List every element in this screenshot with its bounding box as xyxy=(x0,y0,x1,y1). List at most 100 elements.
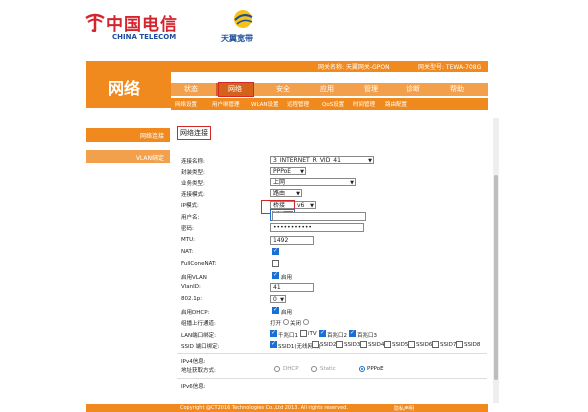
subnav-qos[interactable]: QoS设置 xyxy=(322,100,344,108)
sidebar-item-network-connection[interactable]: 网络连接 xyxy=(86,128,170,142)
chevron-down-icon: ▼ xyxy=(310,203,314,209)
ssid1-checkbox[interactable] xyxy=(270,340,277,348)
ip-mode-suffix: v6 xyxy=(297,202,305,209)
gateway-model: 网关型号: TEWA-708G xyxy=(418,64,482,71)
conn-name-label: 连接名称: xyxy=(181,159,205,165)
username-input[interactable] xyxy=(272,212,366,221)
tianyi-logo-icon xyxy=(234,10,253,28)
ssid3-label: SSID3 xyxy=(344,342,361,348)
chevron-down-icon: ▼ xyxy=(300,169,304,175)
addr-mode-dhcp-label: DHCP xyxy=(283,366,299,372)
ssid5-checkbox[interactable] xyxy=(384,341,391,348)
multicast-label: 组播上行通道: xyxy=(181,321,216,327)
footer-privacy-link[interactable]: 隐私声明 xyxy=(394,405,414,412)
lan-port-1-label: 千兆口1 xyxy=(278,333,298,339)
tianyi-broadband-logo: 天翼宽带 xyxy=(221,34,253,43)
china-telecom-logo-icon xyxy=(85,13,105,32)
tab-network-highlight xyxy=(218,82,254,97)
ipv4-info-label: IPv4信息: xyxy=(181,359,206,365)
subnav-network-settings[interactable]: 网络设置 xyxy=(175,100,197,108)
footer: Copyright @CT2016 Technologies Co.,Ltd 2… xyxy=(86,404,488,412)
lan-port-3-label: 百兆口3 xyxy=(357,333,377,339)
addr-mode-pppoe-label: PPPoE xyxy=(367,366,384,372)
username-label: 用户名: xyxy=(181,215,200,221)
addr-mode-static-label: Static xyxy=(320,366,336,372)
dhcp-text: 启用 xyxy=(281,310,293,316)
nat-checkbox[interactable] xyxy=(272,247,279,255)
addr-mode-pppoe-radio[interactable] xyxy=(359,366,365,372)
service-select[interactable]: 上网 ▼ xyxy=(270,178,356,186)
vlanid-label: VlanID: xyxy=(181,284,201,290)
tab-applications[interactable]: 应用 xyxy=(307,83,347,96)
ssid7-checkbox[interactable] xyxy=(432,341,439,348)
ssid4-checkbox[interactable] xyxy=(360,341,367,348)
ssid7-label: SSID7 xyxy=(440,342,457,348)
dot1p-value: 0 xyxy=(273,296,277,303)
lan-port-2-label: 百兆口2 xyxy=(327,333,347,339)
multicast-off-radio[interactable] xyxy=(303,319,309,325)
lan-port-itv-checkbox[interactable] xyxy=(300,330,307,337)
vlan-enable-checkbox[interactable] xyxy=(272,271,279,279)
multicast-on-radio[interactable] xyxy=(283,319,289,325)
ssid6-label: SSID6 xyxy=(416,342,433,348)
divider xyxy=(177,378,487,379)
scrollbar-thumb[interactable] xyxy=(494,175,498,380)
subnav-user-binding[interactable]: 用户绑管理 xyxy=(212,100,240,108)
encap-label: 封装类型: xyxy=(181,170,205,176)
tab-help[interactable]: 帮助 xyxy=(437,83,477,96)
password-label: 密码: xyxy=(181,226,194,232)
conn-name-select[interactable]: 3_INTERNET_R_VID_41 ▼ xyxy=(270,156,374,164)
ipv6-info-label: IPv6信息: xyxy=(181,384,206,390)
vlan-enable-label: 启用VLAN xyxy=(181,275,207,281)
section-title-block: 网络 xyxy=(86,61,171,108)
brand-logo-cn: 中国电信 xyxy=(106,15,178,35)
password-input[interactable]: ••••••••••• xyxy=(270,223,364,232)
chevron-down-icon: ▼ xyxy=(296,191,300,197)
sub-nav: 网络设置 用户绑管理 WLAN设置 远程管理 QoS设置 时间管理 路由配置 xyxy=(171,98,488,110)
divider xyxy=(177,353,487,354)
mtu-input[interactable]: 1492 xyxy=(270,236,314,245)
subnav-wlan[interactable]: WLAN设置 xyxy=(251,100,279,108)
lan-port-1-checkbox[interactable] xyxy=(270,329,277,337)
sidebar-item-label: 网络连接 xyxy=(139,133,164,140)
fullcone-checkbox[interactable] xyxy=(272,260,279,267)
lan-port-2-checkbox[interactable] xyxy=(319,329,326,337)
tab-management[interactable]: 管理 xyxy=(351,83,391,96)
vlanid-input[interactable]: 41 xyxy=(270,283,314,292)
encap-select[interactable]: PPPoE ▼ xyxy=(270,167,306,175)
ssid8-checkbox[interactable] xyxy=(456,341,463,348)
ssid3-checkbox[interactable] xyxy=(336,341,343,348)
conn-mode-select[interactable]: 路由 ▼ xyxy=(270,189,302,197)
brand-logo-en: CHINA TELECOM xyxy=(112,33,177,41)
sidebar-item-label: VLAN绑定 xyxy=(135,155,164,162)
tab-diagnostics[interactable]: 诊断 xyxy=(393,83,433,96)
lan-port-3-checkbox[interactable] xyxy=(349,329,356,337)
dot1p-label: 802.1p: xyxy=(181,296,203,302)
ssid5-label: SSID5 xyxy=(392,342,409,348)
tab-security[interactable]: 安全 xyxy=(263,83,303,96)
tab-status[interactable]: 状态 xyxy=(171,83,211,96)
conn-name-value: 3_INTERNET_R_VID_41 xyxy=(273,157,341,164)
dhcp-checkbox[interactable] xyxy=(272,306,279,314)
addr-mode-static-radio[interactable] xyxy=(311,366,317,372)
ssid8-label: SSID8 xyxy=(464,342,481,348)
subnav-remote-mgmt[interactable]: 远程管理 xyxy=(287,100,309,108)
chevron-down-icon: ▼ xyxy=(280,297,284,303)
vlan-enable-text: 启用 xyxy=(281,275,293,281)
ssid2-checkbox[interactable] xyxy=(312,341,319,348)
subnav-route-config[interactable]: 路由配置 xyxy=(385,100,407,108)
sidebar-item-vlan-binding[interactable]: VLAN绑定 xyxy=(86,150,170,163)
conn-mode-label: 连接模式: xyxy=(181,192,205,198)
ssid6-checkbox[interactable] xyxy=(408,341,415,348)
chevron-down-icon: ▼ xyxy=(350,180,354,186)
lan-bind-label: LAN端口绑定: xyxy=(181,333,216,339)
dot1p-select[interactable]: 0 ▼ xyxy=(270,295,286,303)
ssid4-label: SSID4 xyxy=(368,342,385,348)
addr-mode-dhcp-radio[interactable] xyxy=(274,366,280,372)
ssid2-label: SSID2 xyxy=(320,342,337,348)
subnav-time-mgmt[interactable]: 时间管理 xyxy=(353,100,375,108)
chevron-down-icon: ▼ xyxy=(368,158,372,164)
mtu-label: MTU: xyxy=(181,237,195,243)
multicast-off-text: 关闭 xyxy=(290,321,302,327)
footer-copyright: Copyright @CT2016 Technologies Co.,Ltd 2… xyxy=(180,405,348,411)
